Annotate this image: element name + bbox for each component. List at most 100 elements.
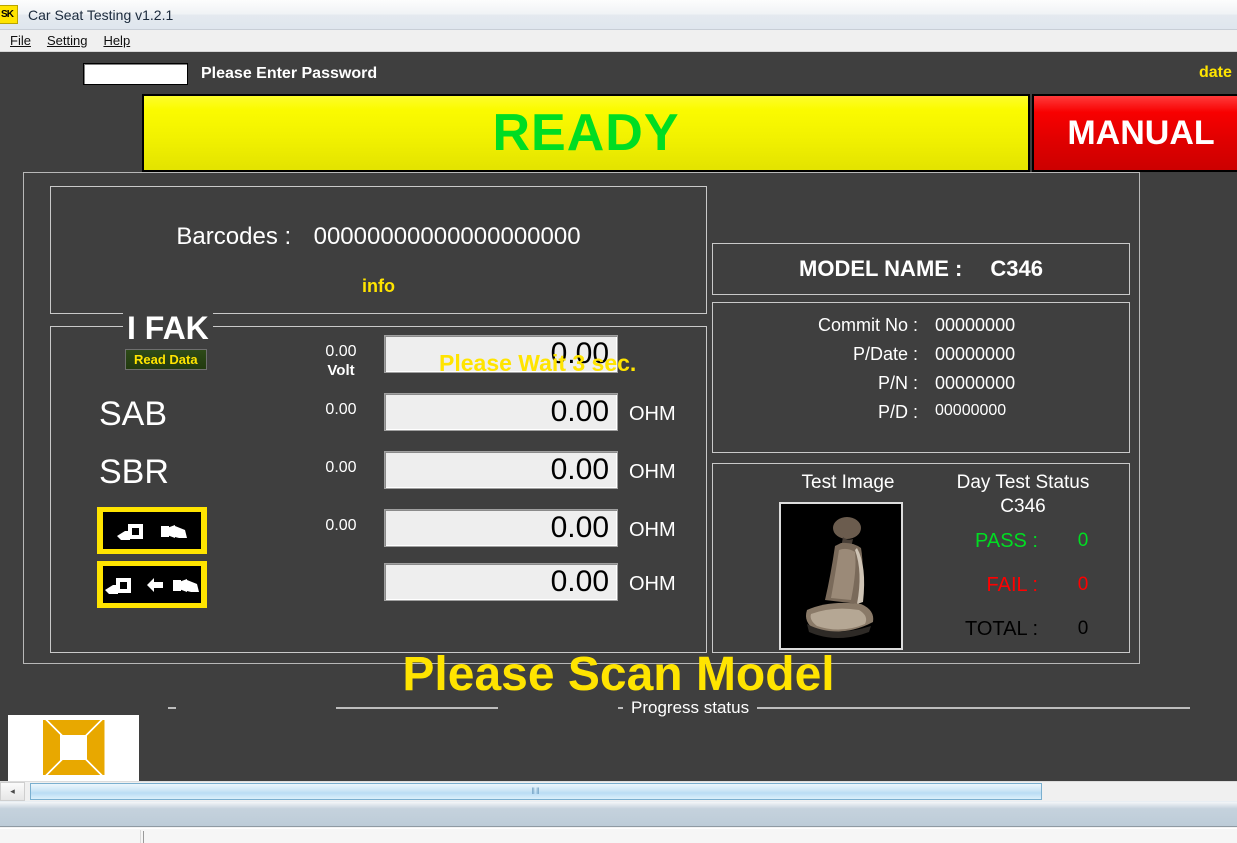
isoft-logo-icon xyxy=(43,720,105,775)
taskbar-strip xyxy=(0,828,1237,843)
model-name-value: C346 xyxy=(990,256,1043,282)
scrollbar-thumb[interactable]: ‖‖ xyxy=(30,783,1042,800)
measurement-name-label: SAB xyxy=(99,395,167,434)
date-label: date xyxy=(1199,64,1232,82)
taskbar-separator xyxy=(143,831,144,843)
menu-item-file[interactable]: File xyxy=(3,31,40,50)
scan-model-prompt: Please Scan Model xyxy=(0,647,1237,702)
menu-item-setting[interactable]: Setting xyxy=(40,31,96,50)
seatbelt-unbuckled-icon xyxy=(97,507,207,554)
company-logo: Vision & PC Based Systems iSOFT CONTROL … xyxy=(8,715,139,787)
part-info-row: P/D : 00000000 xyxy=(713,402,1129,432)
window-title: Car Seat Testing v1.2.1 xyxy=(28,7,173,23)
part-info-key: P/D : xyxy=(713,402,918,423)
measurement-row: SBR 0.00 0.00 OHM xyxy=(51,447,706,505)
scrollbar-track[interactable]: ‖‖ xyxy=(25,782,1237,802)
buckle-left-icon xyxy=(103,574,139,596)
barcode-group: Barcodes : 00000000000000000000 info xyxy=(50,186,707,314)
measurement-volt-value: 0.00 xyxy=(306,343,376,361)
measurement-ohm-field: 0.00 xyxy=(384,563,618,601)
measurement-volt-value: 0.00 xyxy=(306,401,376,419)
measurement-ohm-field: 0.00 xyxy=(384,393,618,431)
measurement-row: 0.00 OHM xyxy=(51,559,706,617)
seatbelt-buckling-glyph xyxy=(103,566,201,603)
pass-count-row: PASS : 0 xyxy=(913,530,1128,556)
ohm-unit-label: OHM xyxy=(629,573,676,596)
fail-label: FAIL : xyxy=(913,574,1038,597)
barcode-value: 00000000000000000000 xyxy=(314,223,581,250)
part-info-value: 00000000 xyxy=(935,402,1006,420)
menu-help-label: Help xyxy=(103,33,130,48)
barcode-row: Barcodes : 00000000000000000000 xyxy=(51,223,706,251)
progress-status-group: Progress status xyxy=(168,707,1228,785)
progress-status-legend: Progress status xyxy=(623,698,757,718)
scroll-left-arrow-icon[interactable]: ◂ xyxy=(0,782,25,801)
part-info-row: P/N : 00000000 xyxy=(713,373,1129,403)
measurement-row: 0.00 0.00 OHM xyxy=(51,505,706,563)
progress-notch xyxy=(498,698,618,710)
seatbelt-buckling-icon xyxy=(97,561,207,608)
menu-bar: File Setting Help xyxy=(0,30,1237,52)
arrow-left-icon xyxy=(145,576,165,594)
password-input[interactable] xyxy=(83,63,188,85)
fail-count-row: FAIL : 0 xyxy=(913,574,1128,600)
test-image-photo xyxy=(779,502,903,650)
test-image-title: Test Image xyxy=(758,472,938,494)
part-info-key: P/Date : xyxy=(713,344,918,365)
day-test-status-model: C346 xyxy=(923,496,1123,518)
measurement-volt-value: 0.00 xyxy=(306,517,376,535)
buckle-right-icon xyxy=(171,574,201,596)
mode-banner[interactable]: MANUAL xyxy=(1032,94,1237,172)
model-name-group: MODEL NAME : C346 xyxy=(712,243,1130,295)
part-info-key: Commit No : xyxy=(713,315,918,336)
measurement-group: I FAK Read Data 0.00 Volt 0.00 SAB 0.00 … xyxy=(50,326,707,653)
car-seat-image xyxy=(781,504,901,648)
total-value: 0 xyxy=(1063,618,1103,640)
wait-message: Please Wait 3 sec. xyxy=(439,350,636,377)
buckle-left-icon xyxy=(115,520,153,542)
title-bar: SK Car Seat Testing v1.2.1 xyxy=(0,0,1237,30)
pass-label: PASS : xyxy=(913,530,1038,553)
seatbelt-unbuckled-glyph xyxy=(103,512,201,549)
ohm-unit-label: OHM xyxy=(629,519,676,542)
measurement-ohm-field: 0.00 xyxy=(384,509,618,547)
measurement-name-label: SBR xyxy=(99,453,169,492)
taskbar-cell xyxy=(1,830,141,843)
total-label: TOTAL : xyxy=(913,618,1038,641)
menu-setting-label: Setting xyxy=(47,33,87,48)
main-panel: Barcodes : 00000000000000000000 info I F… xyxy=(23,172,1140,664)
test-status-group: Test Image Day Test Status xyxy=(712,463,1130,653)
ohm-unit-label: OHM xyxy=(629,461,676,484)
part-info-key: P/N : xyxy=(713,373,918,394)
menu-file-label: File xyxy=(10,33,31,48)
password-label: Please Enter Password xyxy=(201,65,377,83)
part-info-row: P/Date : 00000000 xyxy=(713,344,1129,374)
fail-value: 0 xyxy=(1063,574,1103,596)
measurement-volt-value: 0.00 xyxy=(306,459,376,477)
part-info-group: Commit No : 00000000 P/Date : 00000000 P… xyxy=(712,302,1130,453)
model-name-label: MODEL NAME : xyxy=(799,256,962,282)
pass-value: 0 xyxy=(1063,530,1103,552)
mode-banner-text: MANUAL xyxy=(1067,114,1214,153)
progress-notch xyxy=(1190,698,1230,710)
main-client-area: Please Enter Password date READY MANUAL … xyxy=(0,52,1237,787)
application-window: SK Car Seat Testing v1.2.1 File Setting … xyxy=(0,0,1237,843)
day-test-status-title: Day Test Status xyxy=(923,472,1123,494)
measurement-row: SAB 0.00 0.00 OHM xyxy=(51,389,706,447)
status-banner-text: READY xyxy=(492,103,679,163)
part-info-value: 00000000 xyxy=(935,373,1015,394)
horizontal-scrollbar[interactable]: ◂ ‖‖ xyxy=(0,781,1237,801)
barcode-label: Barcodes : xyxy=(176,223,291,250)
status-bar xyxy=(0,801,1237,827)
part-info-value: 00000000 xyxy=(935,344,1015,365)
buckle-right-icon xyxy=(159,520,189,542)
volt-unit-label: Volt xyxy=(306,362,376,379)
progress-notch xyxy=(176,698,336,710)
ohm-unit-label: OHM xyxy=(629,403,676,426)
total-count-row: TOTAL : 0 xyxy=(913,618,1128,644)
barcode-info: info xyxy=(51,276,706,297)
measurement-ohm-field: 0.00 xyxy=(384,451,618,489)
menu-item-help[interactable]: Help xyxy=(96,31,139,50)
app-icon: SK xyxy=(0,5,18,24)
part-info-value: 00000000 xyxy=(935,315,1015,336)
